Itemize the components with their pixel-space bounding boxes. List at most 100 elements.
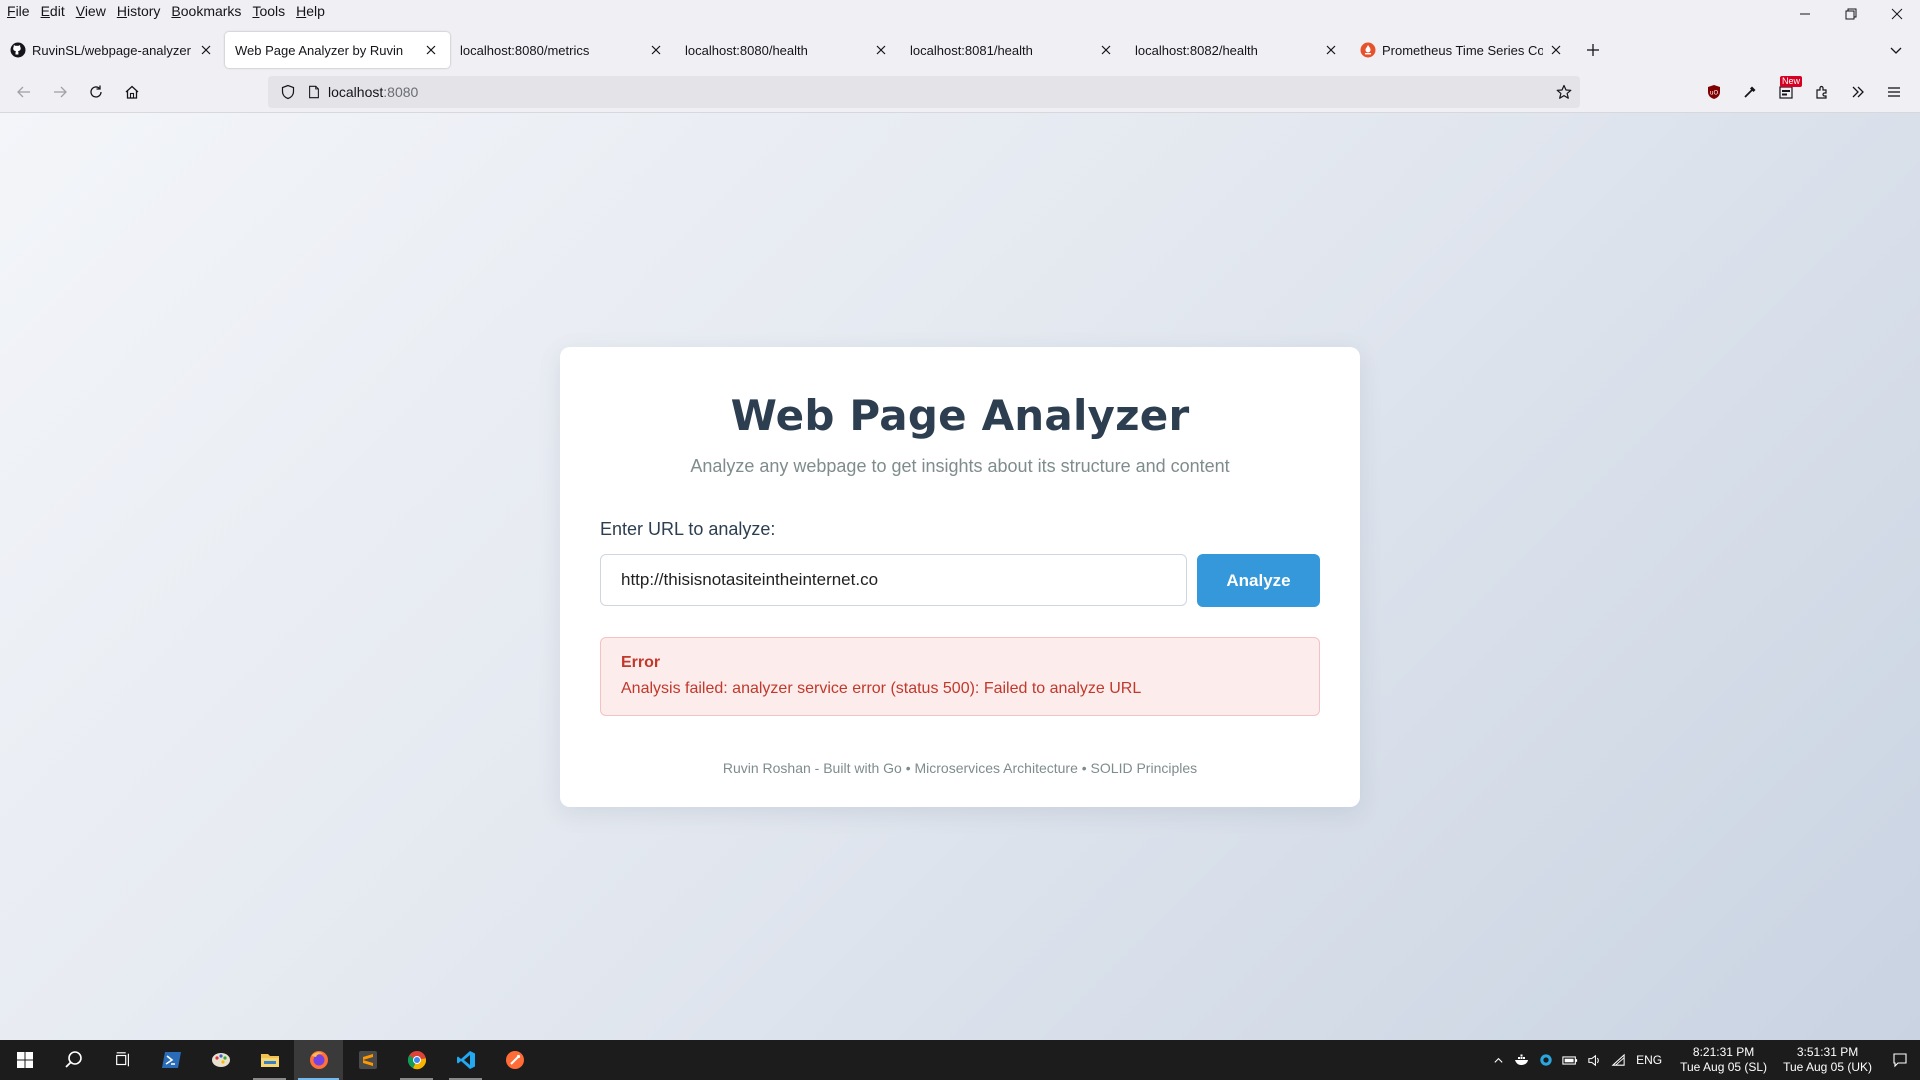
clock-uk[interactable]: 3:51:31 PM Tue Aug 05 (UK) [1775,1045,1880,1075]
taskbar-sublime-text[interactable] [343,1040,392,1080]
analyze-button[interactable]: Analyze [1197,554,1320,607]
tray-app-icon[interactable] [1534,1040,1558,1080]
powershell-icon [161,1052,181,1068]
tab-web-page-analyzer[interactable]: Web Page Analyzer by Ruvin [225,32,450,68]
close-icon [1326,45,1336,55]
menu-file[interactable]: File [2,3,36,19]
extensions-button[interactable] [1804,76,1840,108]
minimize-icon [1800,13,1810,15]
menu-bookmarks[interactable]: Bookmarks [166,3,247,19]
page-subtitle: Analyze any webpage to get insights abou… [690,456,1230,476]
taskbar-postman[interactable] [490,1040,539,1080]
list-all-tabs-button[interactable] [1882,36,1910,64]
taskbar-powershell[interactable] [147,1040,196,1080]
app-menu-button[interactable] [1876,76,1912,108]
url-port: :8080 [383,84,419,100]
tab-close-button[interactable] [1322,41,1340,59]
tab-strip: RuvinSL/webpage-analyzer Web Page Analyz… [0,30,1920,70]
close-icon [1101,45,1111,55]
ublock-origin-button[interactable]: uO [1696,76,1732,108]
url-input-row: Analyze [600,554,1320,607]
page-viewport: Web Page Analyzer Analyze any webpage to… [0,112,1920,1040]
github-icon [10,42,26,58]
plus-icon [1587,44,1599,56]
footer-credit: Ruvin Roshan - Built with Go • Microserv… [722,760,1198,776]
restore-icon [1845,8,1857,20]
bookmark-star-icon[interactable] [1556,84,1572,100]
tab-close-button[interactable] [872,41,890,59]
tray-volume[interactable] [1582,1040,1606,1080]
start-button[interactable] [0,1040,49,1080]
taskbar-vscode[interactable] [441,1040,490,1080]
close-icon [426,45,436,55]
home-button[interactable] [116,76,148,108]
taskbar-paint-app[interactable] [196,1040,245,1080]
action-center-button[interactable] [1880,1040,1920,1080]
docker-whale-icon [1515,1054,1529,1065]
tray-battery[interactable] [1558,1040,1582,1080]
folder-icon [260,1054,279,1067]
close-window-button[interactable] [1874,0,1920,28]
taskbar-chrome[interactable] [392,1040,441,1080]
page-title: Web Page Analyzer [730,391,1190,440]
tab-close-button[interactable] [647,41,665,59]
eyedropper-icon [1744,86,1756,98]
tab-close-button[interactable] [197,41,215,59]
close-icon [876,45,886,55]
reload-button[interactable] [80,76,112,108]
tab-prometheus[interactable]: Prometheus Time Series Collecti [1350,32,1575,68]
tab-close-button[interactable] [1547,41,1565,59]
task-view-button[interactable] [98,1040,147,1080]
clock-local-time: 8:21:31 PM [1692,1045,1755,1059]
taskbar-file-explorer[interactable] [245,1040,294,1080]
close-icon [1891,8,1903,20]
url-input[interactable] [600,554,1187,606]
forward-button[interactable] [44,76,76,108]
window-controls [1782,0,1920,28]
menu-help[interactable]: Help [291,3,331,19]
tab-health-8080[interactable]: localhost:8080/health [675,32,900,68]
page-info-icon[interactable] [306,84,322,100]
url-host: localhost [328,84,384,100]
new-extension-button[interactable]: New [1768,76,1804,108]
vscode-icon [456,1051,475,1069]
menu-view[interactable]: View [71,3,112,19]
input-language-indicator[interactable]: ENG [1630,1053,1672,1067]
speaker-icon [1587,1054,1599,1066]
overflow-menu-button[interactable] [1840,76,1876,108]
menu-edit[interactable]: Edit [36,3,71,19]
navigation-toolbar: localhost:8080 uO New [0,72,1920,112]
menu-tools[interactable]: Tools [247,3,291,19]
chrome-icon [407,1051,426,1070]
minimize-button[interactable] [1782,0,1828,28]
search-button[interactable] [49,1040,98,1080]
tab-close-button[interactable] [1097,41,1115,59]
home-icon [125,85,139,99]
tray-docker[interactable] [1510,1040,1534,1080]
restore-button[interactable] [1828,0,1874,28]
show-hidden-icons-button[interactable] [1486,1040,1510,1080]
tab-close-button[interactable] [422,41,440,59]
tab-metrics-8080[interactable]: localhost:8080/metrics [450,32,675,68]
arrow-left-icon [17,86,30,98]
eyedropper-button[interactable] [1732,76,1768,108]
wifi-icon [1611,1053,1625,1066]
tray-network[interactable] [1606,1040,1630,1080]
address-bar[interactable]: localhost:8080 [268,76,1580,108]
tab-title: Web Page Analyzer by Ruvin [235,42,404,58]
svg-text:uO: uO [1710,90,1719,97]
clock-local[interactable]: 8:21:31 PM Tue Aug 05 (SL) [1672,1045,1775,1075]
taskbar-firefox[interactable] [294,1040,343,1080]
tab-health-8081[interactable]: localhost:8081/health [900,32,1125,68]
back-button[interactable] [8,76,40,108]
tab-github[interactable]: RuvinSL/webpage-analyzer [0,32,225,68]
tab-health-8082[interactable]: localhost:8082/health [1125,32,1350,68]
tracking-protection-shield-icon[interactable] [280,84,296,100]
menu-history[interactable]: History [112,3,167,19]
tray-globe-icon [1540,1054,1552,1066]
error-message: Analysis failed: analyzer service error … [621,680,1142,697]
new-tab-button[interactable] [1579,36,1607,64]
sublime-text-icon [358,1051,377,1069]
windows-taskbar: ENG 8:21:31 PM Tue Aug 05 (SL) 3:51:31 P… [0,1040,1920,1080]
menu-bar: File Edit View History Bookmarks Tools H… [0,0,1920,22]
